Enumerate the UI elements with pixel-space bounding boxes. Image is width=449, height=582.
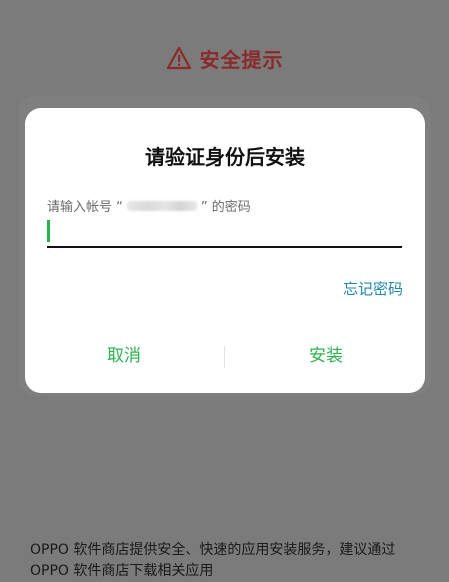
header-title: 安全提示 — [199, 47, 284, 72]
forgot-password-link[interactable]: 忘记密码 — [343, 278, 403, 299]
install-button[interactable]: 安装 — [227, 334, 425, 378]
footer-notice: OPPO 软件商店提供安全、快速的应用安装服务，建议通过 OPPO 软件商店下载… — [30, 542, 396, 579]
text-caret — [47, 220, 50, 242]
masked-account — [126, 200, 197, 211]
password-input[interactable] — [47, 218, 402, 248]
button-divider — [224, 346, 225, 368]
dialog-title: 请验证身份后安装 — [145, 145, 305, 169]
password-label-suffix: ” 的密码 — [200, 200, 251, 215]
verify-dialog: 请验证身份后安装 请输入帐号 “ ” 的密码 忘记密码 取消 安装 — [25, 108, 425, 393]
warning-triangle-icon — [166, 46, 191, 70]
password-label: 请输入帐号 “ ” 的密码 — [47, 196, 251, 215]
security-header: 安全提示 — [0, 40, 449, 76]
cancel-button[interactable]: 取消 — [25, 334, 223, 378]
password-label-prefix: 请输入帐号 “ — [47, 200, 123, 215]
